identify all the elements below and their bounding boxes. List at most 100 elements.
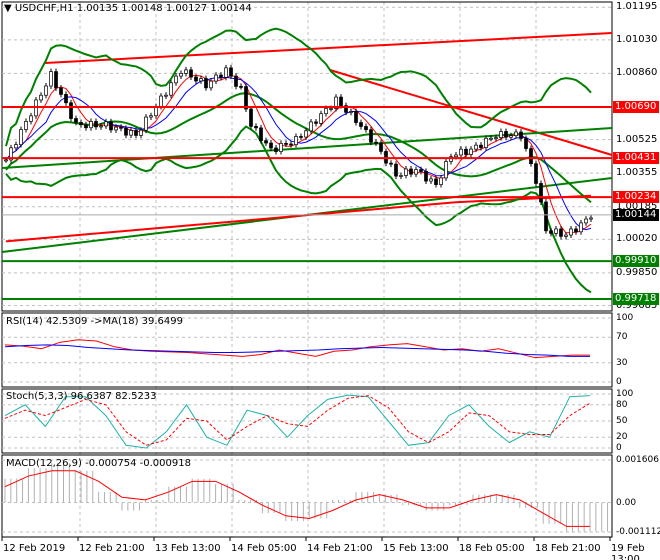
candle (239, 86, 243, 88)
candle (299, 136, 303, 138)
chart-canvas[interactable] (0, 0, 660, 560)
candle (69, 102, 73, 119)
candle (564, 234, 568, 237)
candle (204, 78, 208, 89)
indicator-rsi-line (4, 339, 590, 359)
candle (329, 108, 333, 110)
time-label: 18 Feb 05:00 (459, 543, 525, 554)
candle (354, 111, 358, 123)
candle (184, 69, 188, 74)
candle (569, 228, 573, 236)
price-tick: 1.01195 (616, 1, 658, 13)
indicator-tick: 0 (616, 443, 622, 453)
candle (374, 141, 378, 144)
candle (129, 130, 133, 136)
candle (534, 163, 538, 184)
candle (214, 74, 218, 82)
candle (464, 148, 468, 155)
candle (349, 111, 353, 113)
indicator-tick: 0 (616, 377, 622, 387)
candle (59, 87, 63, 95)
candle (89, 121, 93, 129)
candle (174, 75, 178, 84)
candle (19, 129, 23, 145)
indicator-tick: 20 (616, 432, 628, 443)
candle (414, 169, 418, 175)
candle (124, 127, 128, 136)
candle (549, 230, 553, 234)
price-tick: 0.99850 (616, 266, 658, 278)
candle (39, 94, 43, 101)
candle (249, 108, 253, 127)
candle (434, 178, 438, 185)
level-price-tag: 1.00234 (613, 191, 659, 204)
candle (339, 96, 343, 106)
candle (424, 171, 428, 182)
candle (409, 168, 413, 175)
candle (194, 76, 198, 82)
candle (199, 78, 203, 82)
candle (29, 115, 33, 122)
candle (64, 94, 68, 104)
candle (394, 163, 398, 177)
candle (109, 121, 113, 131)
candle (149, 115, 153, 118)
candle (369, 129, 373, 143)
candle (54, 71, 58, 89)
chart-title: ▼ USDCHF,H1 1.00135 1.00148 1.00127 1.00… (4, 3, 252, 14)
candle (84, 124, 88, 129)
candle (119, 126, 123, 129)
candle (519, 131, 523, 139)
time-label: 12 Feb 21:00 (79, 543, 145, 554)
candle (514, 131, 518, 137)
candle (364, 126, 368, 131)
ohlc-label: 1.00135 1.00148 1.00127 1.00144 (76, 3, 252, 14)
time-label: 14 Feb 21:00 (307, 543, 373, 554)
indicator-tick: 80 (616, 399, 628, 410)
candle (504, 131, 508, 138)
time-label: 18 Feb 21:00 (535, 543, 601, 554)
candle (74, 118, 78, 123)
macd-title: MACD(12,26,9) -0.000754 -0.000918 (6, 458, 191, 469)
candle (169, 82, 173, 96)
candle (314, 121, 318, 124)
candle (99, 125, 103, 128)
current-price-tag: 1.00144 (613, 208, 659, 221)
candle (269, 142, 273, 149)
candle (114, 126, 118, 131)
time-label: 19 Feb 13:00 (611, 543, 645, 560)
indicator-ma-line (4, 344, 590, 357)
price-tick: 1.00020 (616, 233, 658, 245)
indicator-tick: 0.001606 (616, 455, 659, 465)
trading-chart-window: ▼ USDCHF,H1 1.00135 1.00148 1.00127 1.00… (0, 0, 660, 560)
candle (259, 127, 263, 141)
candle (489, 137, 493, 140)
level-price-tag: 0.99718 (613, 292, 659, 305)
candle (134, 130, 138, 136)
candle (44, 85, 48, 96)
indicator-tick: 100 (616, 389, 634, 399)
candle (474, 144, 478, 150)
indicator-tick: 100 (616, 313, 634, 323)
level-price-tag: 0.99910 (613, 255, 659, 268)
bollinger-upper (5, 27, 592, 147)
candle (459, 148, 463, 156)
candle (284, 143, 288, 145)
candle (574, 228, 578, 233)
candle (529, 148, 533, 165)
candle (179, 73, 183, 77)
price-tick: 1.00860 (616, 67, 658, 79)
candle (389, 162, 393, 165)
candle (279, 143, 283, 152)
price-tick: 1.00525 (616, 133, 658, 145)
candle (589, 217, 593, 220)
candle (264, 140, 268, 144)
candle (24, 121, 28, 130)
candle (144, 116, 148, 131)
candle (49, 71, 53, 87)
candle (404, 168, 408, 176)
time-label: 13 Feb 13:00 (155, 543, 221, 554)
price-tick: 1.00355 (616, 167, 658, 179)
rsi-title: RSI(14) 42.5309 ->MA(18) 39.6499 (6, 316, 183, 327)
candle (309, 121, 313, 132)
